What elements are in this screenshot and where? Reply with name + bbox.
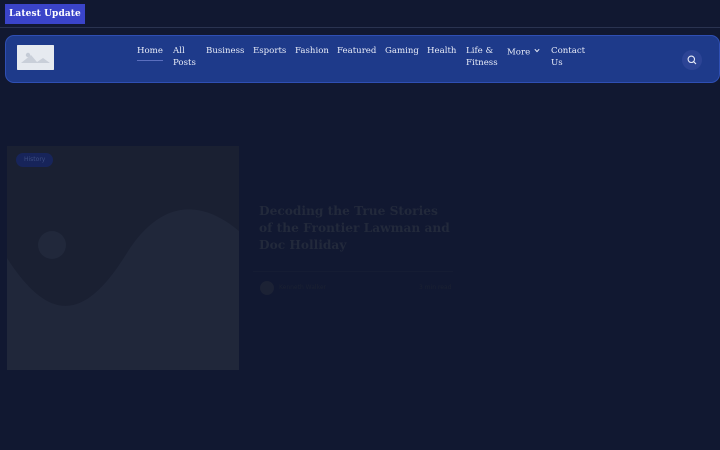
chevron-down-icon [534, 46, 540, 58]
image-placeholder-icon [17, 45, 54, 70]
featured-image-placeholder-icon [7, 146, 239, 370]
main-navbar: Home All Posts Business Esports Fashion … [5, 35, 720, 83]
nav-item-business[interactable]: Business [206, 46, 244, 58]
nav-item-health[interactable]: Health [427, 46, 456, 58]
nav-item-esports[interactable]: Esports [253, 46, 286, 58]
nav-item-more-label: More [507, 47, 531, 58]
nav-item-gaming[interactable]: Gaming [385, 46, 419, 58]
nav-item-all-posts[interactable]: All Posts [173, 46, 197, 69]
site-logo[interactable] [17, 45, 54, 70]
top-bar: Latest Update [0, 0, 720, 28]
latest-update-badge[interactable]: Latest Update [5, 4, 85, 24]
featured-image[interactable]: History [7, 146, 239, 370]
author-name[interactable]: Kenneth Walker [279, 284, 326, 291]
article-title[interactable]: Decoding the True Stories of the Frontie… [259, 203, 455, 253]
search-icon [687, 55, 697, 65]
featured-article: Decoding the True Stories of the Frontie… [239, 146, 457, 370]
nav-item-home[interactable]: Home [137, 46, 163, 60]
nav-item-life-fitness[interactable]: Life & Fitness [466, 46, 502, 69]
article-divider [253, 271, 453, 272]
nav-item-contact-us[interactable]: Contact Us [551, 46, 585, 69]
nav-item-featured[interactable]: Featured [337, 46, 376, 58]
author-avatar[interactable] [260, 281, 274, 295]
search-button[interactable] [682, 50, 702, 70]
category-tag[interactable]: History [16, 153, 54, 167]
nav-item-fashion[interactable]: Fashion [295, 46, 329, 58]
read-time: 3 min read [419, 284, 452, 291]
nav-item-more[interactable]: More [507, 46, 540, 59]
